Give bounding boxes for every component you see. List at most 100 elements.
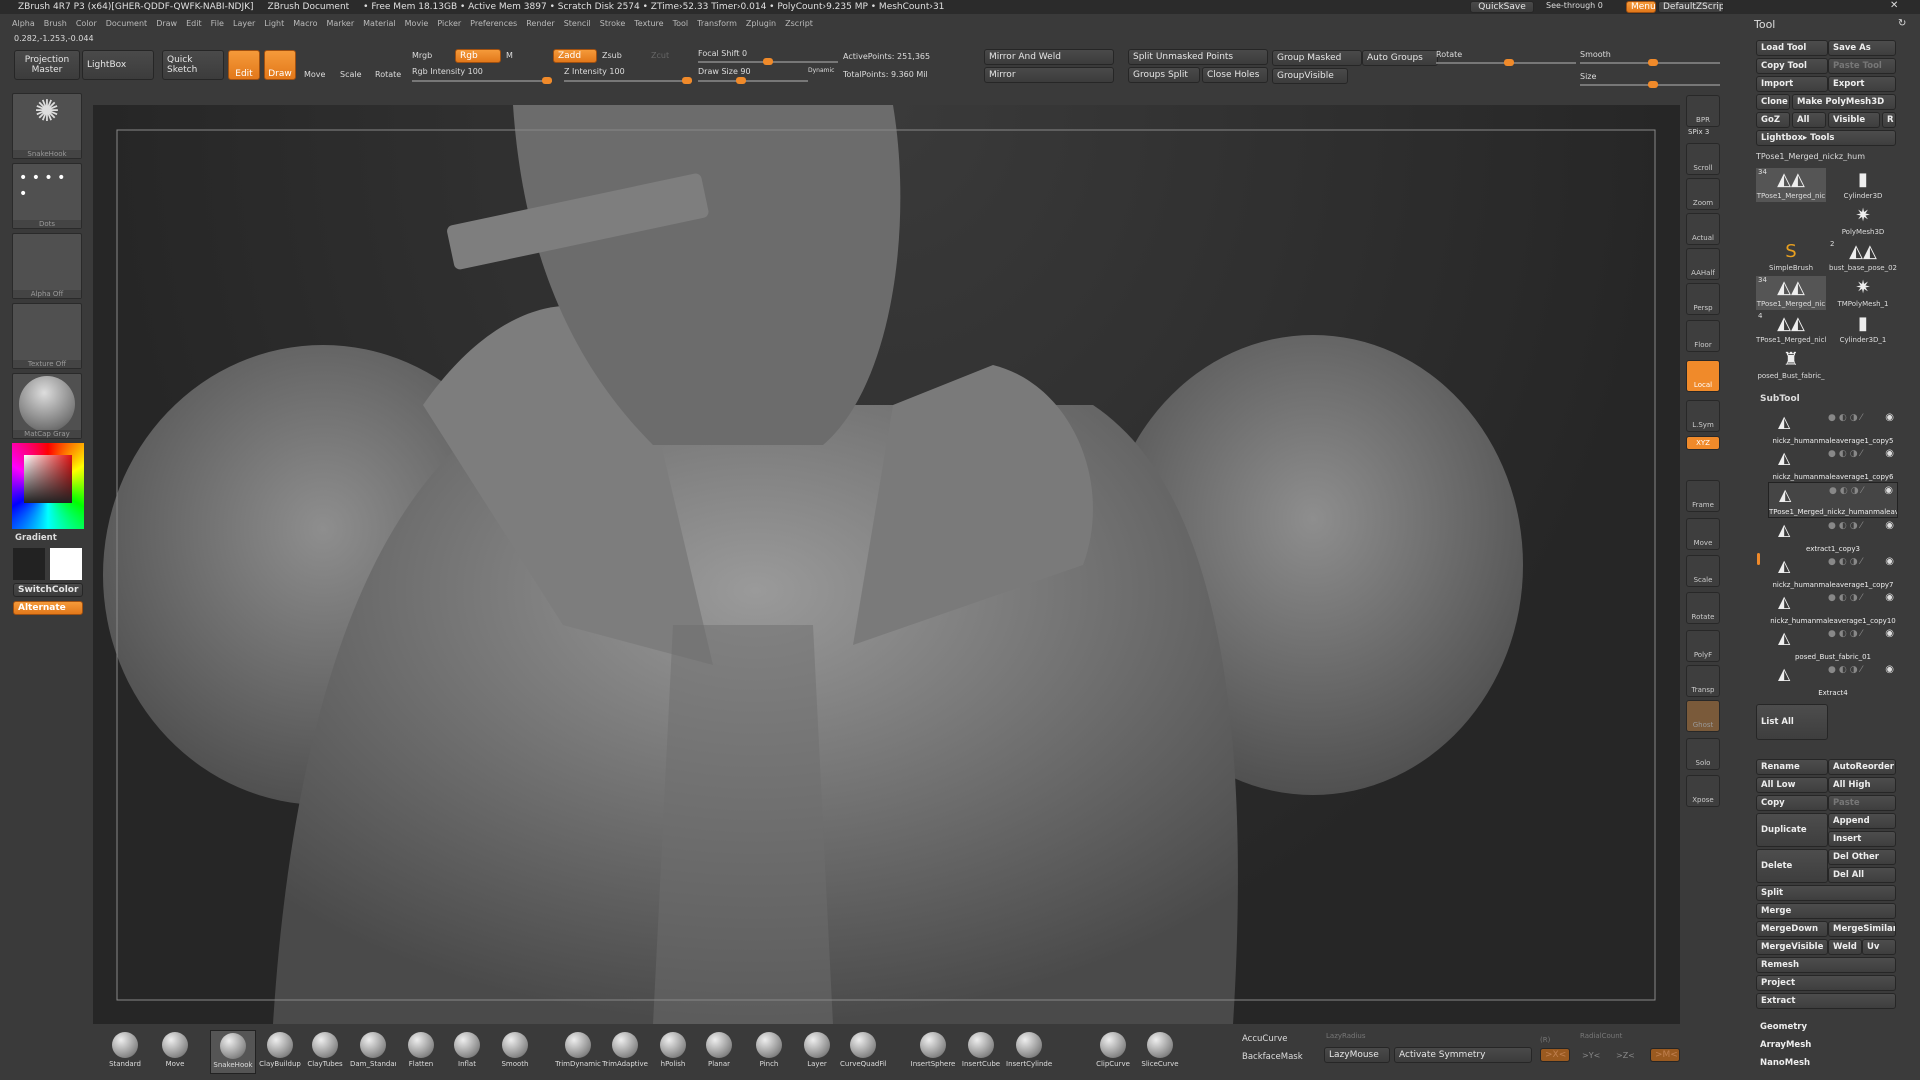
merge-button[interactable]: Merge [1756, 903, 1896, 919]
brush-smooth[interactable]: Smooth [492, 1030, 538, 1074]
tool-thumbnail[interactable]: ◭◭ 2 bust_base_pose_02 [1828, 240, 1898, 274]
tool-thumbnail[interactable]: ▮ Cylinder3D_1 [1828, 312, 1898, 346]
menu-stroke[interactable]: Stroke [600, 19, 626, 28]
menu-render[interactable]: Render [526, 19, 554, 28]
dynamic-toggle[interactable]: Dynamic [808, 67, 834, 74]
split-button[interactable]: Split [1756, 885, 1896, 901]
brush-hpolish[interactable]: hPolish [650, 1030, 696, 1074]
brush-pinch[interactable]: Pinch [746, 1030, 792, 1074]
brush-insertsphere[interactable]: InsertSphere [910, 1030, 956, 1074]
nanomesh-section[interactable]: NanoMesh [1760, 1058, 1810, 1068]
merge-visible-button[interactable]: MergeVisible [1756, 939, 1828, 955]
right-shelf-move[interactable]: Move [1686, 518, 1720, 550]
insert-button[interactable]: Insert [1828, 831, 1896, 847]
rotate-button[interactable]: Rotate [375, 70, 401, 79]
menu-macro[interactable]: Macro [293, 19, 317, 28]
paste-button[interactable]: Paste [1828, 795, 1896, 811]
subtool-toggles[interactable]: ●◐◑⁄ [1828, 449, 1865, 459]
subtool-toggles[interactable]: ●◐◑⁄ [1829, 486, 1866, 496]
subtool-toggles[interactable]: ●◐◑⁄ [1828, 665, 1865, 675]
zadd-button[interactable]: Zadd [553, 49, 597, 63]
default-zscript-button[interactable]: DefaultZScript [1658, 1, 1724, 13]
subtool-item[interactable]: ◭ ●◐◑⁄ ◉ nickz_humanmaleaverage1_copy10 [1768, 590, 1898, 626]
z-intensity-slider[interactable] [564, 77, 692, 84]
secondary-color-swatch[interactable] [13, 548, 45, 580]
right-shelf-ghost[interactable]: Ghost [1686, 700, 1720, 732]
subtool-item[interactable]: ◭ ●◐◑⁄ ◉ nickz_humanmaleaverage1_copy7 [1768, 554, 1898, 590]
close-icon[interactable]: ✕ [1890, 0, 1898, 11]
right-shelf-xpose[interactable]: Xpose [1686, 775, 1720, 807]
make-polymesh-button[interactable]: Make PolyMesh3D [1792, 94, 1896, 110]
brush-trimadaptive[interactable]: TrimAdaptive [602, 1030, 648, 1074]
paste-tool-button[interactable]: Paste Tool [1828, 58, 1896, 74]
split-unmasked-points-button[interactable]: Split Unmasked Points [1128, 49, 1268, 65]
lazy-mouse-button[interactable]: LazyMouse [1324, 1047, 1390, 1063]
del-all-button[interactable]: Del All [1828, 867, 1896, 883]
eye-icon[interactable]: ◉ [1885, 412, 1894, 423]
brush-claybuildup[interactable]: ClayBuildup [257, 1030, 303, 1074]
eye-icon[interactable]: ◉ [1885, 628, 1894, 639]
symmetry-m-button[interactable]: >M< [1650, 1048, 1680, 1062]
del-other-button[interactable]: Del Other [1828, 849, 1896, 865]
stroke-selector[interactable]: • • • • • Dots [12, 163, 82, 229]
subtool-toggles[interactable]: ●◐◑⁄ [1828, 413, 1865, 423]
right-shelf-scroll[interactable]: Scroll [1686, 143, 1720, 175]
right-shelf-solo[interactable]: Solo [1686, 738, 1720, 770]
brush-move[interactable]: Move [152, 1030, 198, 1074]
zsub-button[interactable]: Zsub [602, 51, 622, 60]
gradient-label[interactable]: Gradient [15, 533, 57, 543]
right-shelf-persp[interactable]: Persp [1686, 283, 1720, 315]
subtool-item[interactable]: ◭ ●◐◑⁄ ◉ TPose1_Merged_nickz_humanmaleav [1768, 482, 1898, 518]
symmetry-z-button[interactable]: >Z< [1616, 1051, 1635, 1060]
draw-button[interactable]: Draw [264, 50, 296, 80]
list-all-button[interactable]: List All [1756, 704, 1828, 740]
symmetry-x-button[interactable]: >X< [1540, 1048, 1570, 1062]
menu-color[interactable]: Color [76, 19, 97, 28]
brush-flatten[interactable]: Flatten [398, 1030, 444, 1074]
arraymesh-section[interactable]: ArrayMesh [1760, 1040, 1811, 1050]
lightbox-tools-button[interactable]: Lightbox▸ Tools [1756, 130, 1896, 146]
color-picker[interactable] [12, 443, 84, 529]
tool-thumbnail[interactable]: ◭◭ 4 TPose1_Merged_nicl [1756, 312, 1826, 346]
eye-icon[interactable]: ◉ [1885, 664, 1894, 675]
menu-zscript[interactable]: Zscript [785, 19, 813, 28]
right-shelf-rotate[interactable]: Rotate [1686, 592, 1720, 624]
m-button[interactable]: M [506, 51, 513, 60]
brush-snakehook[interactable]: SnakeHook [210, 1030, 256, 1074]
subtool-item[interactable]: ◭ ●◐◑⁄ ◉ Extract4 [1768, 662, 1898, 698]
menu-layer[interactable]: Layer [233, 19, 255, 28]
menu-document[interactable]: Document [106, 19, 147, 28]
duplicate-button[interactable]: Duplicate [1756, 813, 1828, 847]
uv-button[interactable]: Uv [1862, 939, 1896, 955]
zcut-button[interactable]: Zcut [651, 51, 669, 60]
goz-button[interactable]: GoZ [1756, 112, 1790, 128]
accucurve-button[interactable]: AccuCurve [1242, 1034, 1287, 1044]
all-high-button[interactable]: All High [1828, 777, 1896, 793]
eye-icon[interactable]: ◉ [1885, 556, 1894, 567]
menu-movie[interactable]: Movie [405, 19, 429, 28]
rename-button[interactable]: Rename [1756, 759, 1828, 775]
right-shelf-aahalf[interactable]: AAHalf [1686, 248, 1720, 280]
lightbox-button[interactable]: LightBox [82, 50, 154, 80]
tool-thumbnail[interactable]: ✷ TMPolyMesh_1 [1828, 276, 1898, 310]
export-button[interactable]: Export [1828, 76, 1896, 92]
extract-button[interactable]: Extract [1756, 993, 1896, 1009]
import-button[interactable]: Import [1756, 76, 1828, 92]
tool-thumbnail[interactable]: ◭◭ 34 TPose1_Merged_nic [1756, 168, 1826, 202]
menu-tool[interactable]: Tool [673, 19, 689, 28]
focal-shift-slider[interactable] [698, 58, 838, 65]
quicksave-button[interactable]: QuickSave [1470, 1, 1534, 13]
eye-icon[interactable]: ◉ [1885, 520, 1894, 531]
current-tool-name[interactable]: TPose1_Merged_nickz_hum [1756, 152, 1881, 161]
tool-palette-title[interactable]: Tool [1754, 18, 1775, 31]
group-masked-button[interactable]: Group Masked [1272, 50, 1362, 66]
tool-thumbnail[interactable]: ♜ posed_Bust_fabric_ [1756, 348, 1826, 382]
projection-master-button[interactable]: Projection Master [14, 50, 80, 80]
alpha-selector[interactable]: Alpha Off [12, 233, 82, 299]
menu-material[interactable]: Material [363, 19, 396, 28]
menu-picker[interactable]: Picker [437, 19, 461, 28]
close-holes-button[interactable]: Close Holes [1202, 67, 1268, 83]
quick-sketch-button[interactable]: Quick Sketch [162, 50, 224, 80]
alternate-button[interactable]: Alternate [13, 601, 83, 615]
delete-button[interactable]: Delete [1756, 849, 1828, 883]
